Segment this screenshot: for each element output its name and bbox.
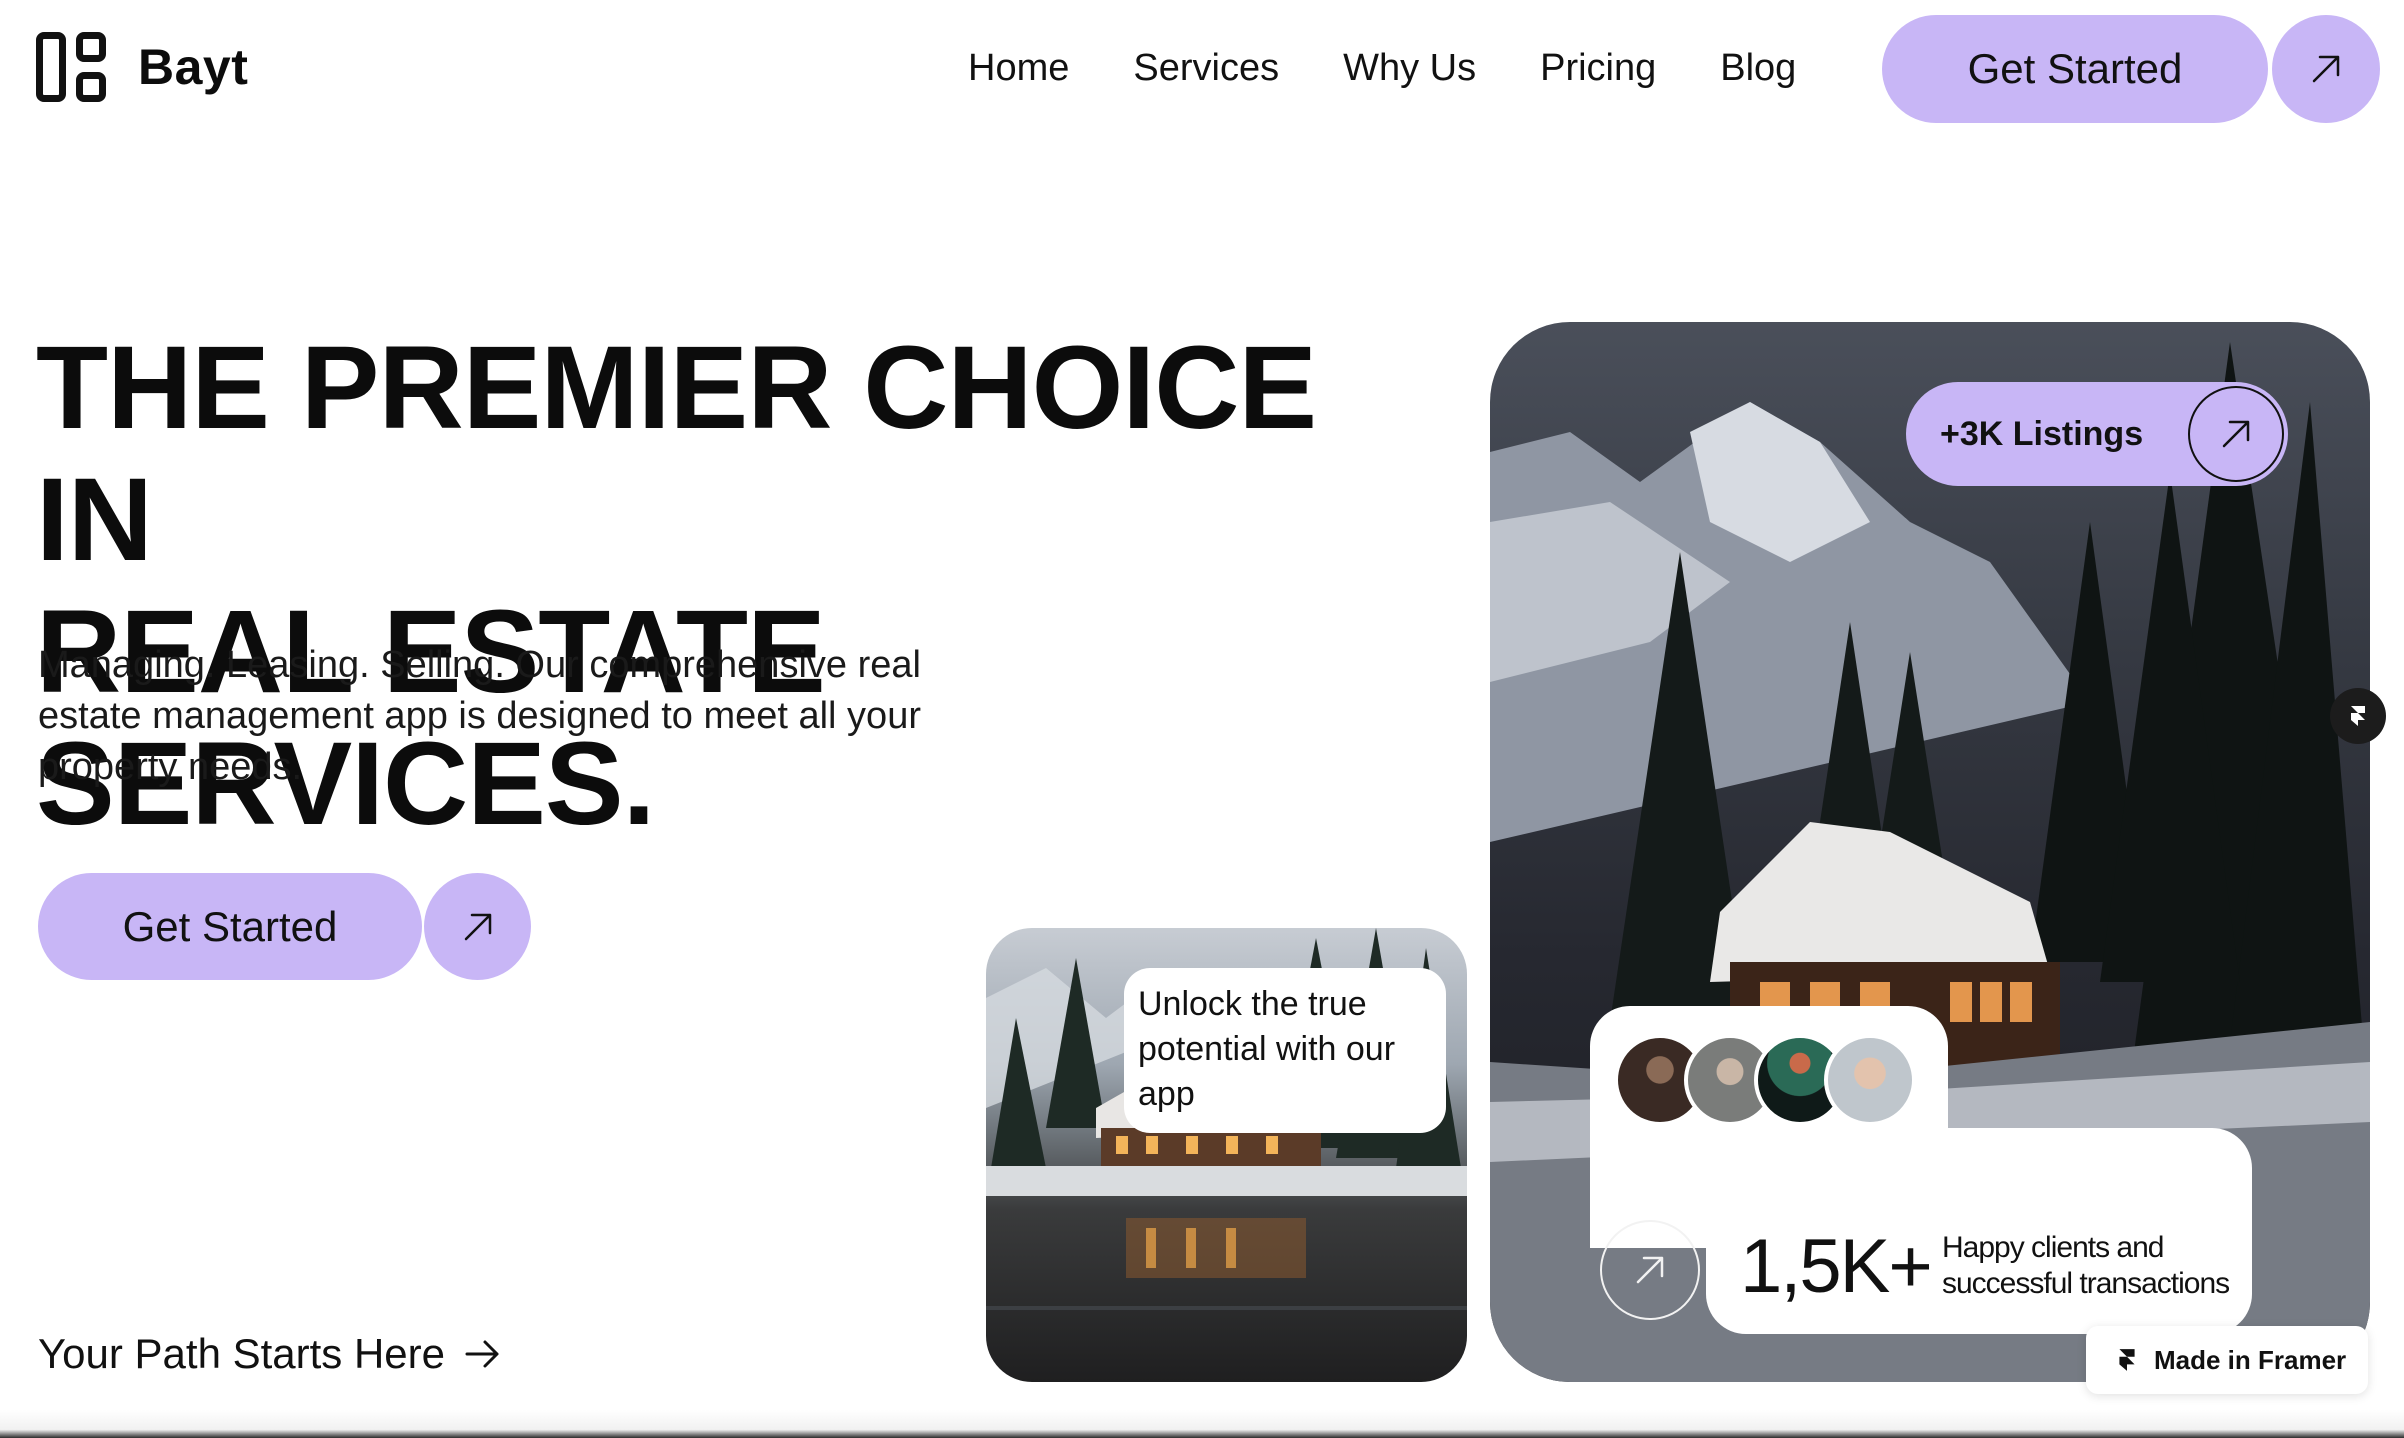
made-in-framer-badge[interactable]: Made in Framer bbox=[2086, 1326, 2368, 1394]
nav-item-home[interactable]: Home bbox=[968, 40, 1069, 96]
stats-caption: Happy clients and successful transaction… bbox=[1942, 1231, 2230, 1300]
listings-arrow-button[interactable] bbox=[2188, 386, 2284, 482]
path-link-label: Your Path Starts Here bbox=[38, 1330, 445, 1377]
hero-arrow-button[interactable] bbox=[424, 873, 531, 980]
brand-name: Bayt bbox=[138, 39, 249, 95]
framer-icon bbox=[2351, 706, 2365, 726]
arrow-right-icon bbox=[465, 1340, 499, 1368]
arrow-up-right-icon bbox=[2312, 55, 2340, 83]
main-nav: Home Services Why Us Pricing Blog bbox=[968, 40, 1796, 96]
framer-side-button[interactable] bbox=[2330, 688, 2386, 744]
hero-get-started-button[interactable]: Get Started bbox=[38, 873, 422, 980]
stats-arrow-button[interactable] bbox=[1600, 1220, 1700, 1320]
unlock-potential-bubble: Unlock the true potential with our app bbox=[1124, 968, 1446, 1133]
arrow-up-right-icon bbox=[464, 913, 491, 940]
header-get-started-label: Get Started bbox=[1967, 45, 2183, 92]
avatar bbox=[1824, 1034, 1916, 1126]
hero-get-started-label: Get Started bbox=[122, 902, 338, 950]
hero-subtitle: Managing. Leasing. Selling. Our comprehe… bbox=[38, 644, 921, 788]
page: Bayt Home Services Why Us Pricing Blog G… bbox=[0, 0, 2404, 1438]
brand-logo[interactable]: Bayt bbox=[36, 32, 248, 102]
client-avatars bbox=[1614, 1034, 1916, 1126]
arrow-up-right-icon bbox=[2222, 420, 2250, 448]
page-bottom-edge bbox=[0, 1410, 2404, 1438]
nav-item-pricing[interactable]: Pricing bbox=[1540, 40, 1656, 96]
header-get-started-button[interactable]: Get Started bbox=[1882, 15, 2268, 123]
grid-logo-icon bbox=[36, 32, 108, 102]
nav-item-services[interactable]: Services bbox=[1133, 40, 1279, 96]
framer-badge-label: Made in Framer bbox=[2154, 1344, 2347, 1375]
bubble-text: Unlock the true potential with our app bbox=[1138, 985, 1396, 1113]
listings-label: +3K Listings bbox=[1940, 414, 2144, 453]
header-arrow-button[interactable] bbox=[2272, 15, 2380, 123]
stats-number: 1,5K+ bbox=[1740, 1224, 1933, 1309]
path-starts-here-link[interactable]: Your Path Starts Here bbox=[38, 1330, 503, 1378]
arrow-up-right-icon bbox=[1636, 1256, 1664, 1284]
hero-title-line-1: THE PREMIER CHOICE IN bbox=[36, 322, 1317, 586]
nav-item-blog[interactable]: Blog bbox=[1720, 40, 1796, 96]
framer-icon bbox=[2119, 1349, 2135, 1371]
nav-item-why-us[interactable]: Why Us bbox=[1343, 40, 1476, 96]
